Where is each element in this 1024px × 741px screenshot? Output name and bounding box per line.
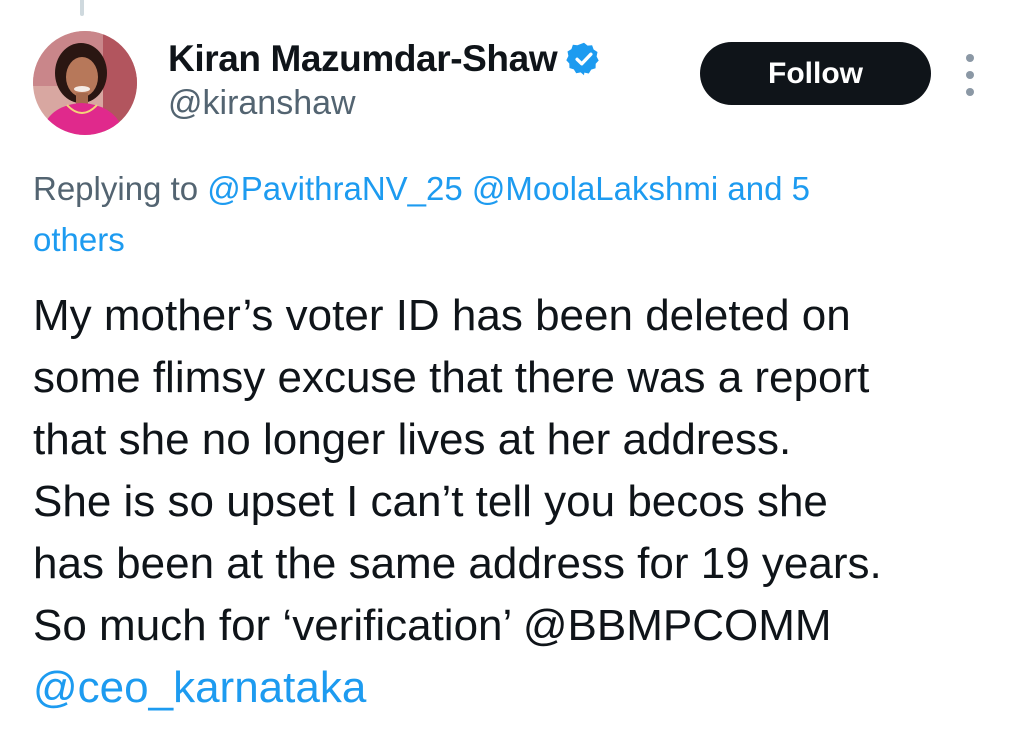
tweet-text-line: She is so upset I can’t tell you becos s… — [33, 477, 828, 526]
avatar[interactable] — [33, 31, 137, 135]
more-dot — [966, 71, 974, 79]
thread-connector-line — [80, 0, 84, 16]
others-link-label: others — [33, 221, 125, 258]
replying-to-label: Replying to — [33, 170, 199, 207]
tweet-text-line: some flimsy excuse that there was a repo… — [33, 353, 870, 402]
verified-badge-icon — [566, 41, 602, 77]
more-vertical-icon[interactable] — [958, 54, 982, 96]
author-name-row: Kiran Mazumdar-Shaw — [168, 36, 602, 82]
tweet-text-line: So much for ‘verification’ @BBMPCOMM — [33, 601, 832, 650]
author-display-name[interactable]: Kiran Mazumdar-Shaw — [168, 38, 558, 80]
reply-context: Replying to @PavithraNV_25 @MoolaLakshmi… — [33, 163, 983, 265]
more-dot — [966, 54, 974, 62]
avatar-photo — [33, 31, 137, 135]
follow-button[interactable]: Follow — [700, 42, 931, 105]
author-handle[interactable]: @kiranshaw — [168, 84, 356, 123]
tweet-text: My mother’s voter ID has been deleted on… — [33, 285, 1008, 719]
mention-link-ceo-karnataka[interactable]: @ceo_karnataka — [33, 657, 1008, 719]
mention-link-moolalakshmi[interactable]: @MoolaLakshmi — [472, 170, 718, 207]
tweet-text-line: that she no longer lives at her address. — [33, 415, 792, 464]
more-dot — [966, 88, 974, 96]
tweet-text-line: My mother’s voter ID has been deleted on — [33, 291, 851, 340]
mention-link-pavithra[interactable]: @PavithraNV_25 — [207, 170, 462, 207]
tweet-text-line: has been at the same address for 19 year… — [33, 539, 882, 588]
others-link-count: and 5 — [727, 170, 810, 207]
